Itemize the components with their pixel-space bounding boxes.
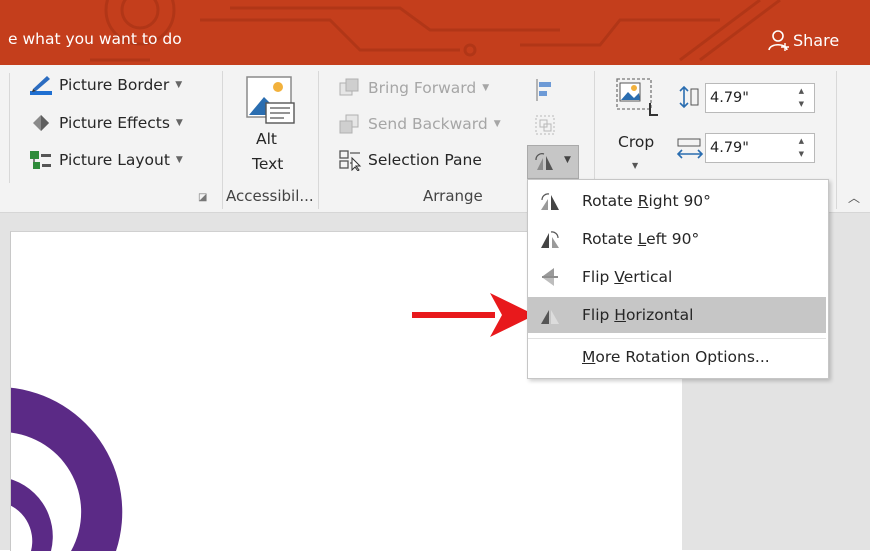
menu-item-flip-horizontal[interactable]: Flip Horizontal [528, 297, 826, 333]
dropdown-arrow-icon: ▼ [175, 80, 183, 90]
red-arrow-icon [412, 293, 535, 337]
spin-up-icon[interactable]: ▲ [799, 87, 804, 95]
spin-down-icon[interactable]: ▼ [799, 100, 804, 108]
group-separator [222, 71, 223, 209]
picture-effects-label: Picture Effects [59, 114, 170, 132]
share-label: Share [793, 30, 840, 50]
crop-button[interactable]: Crop ▼ [612, 77, 664, 177]
collapse-ribbon-icon[interactable]: ︿ [848, 189, 860, 206]
picture-layout-icon [30, 151, 51, 169]
picture-effects-button[interactable]: Picture Effects ▼ [29, 112, 183, 134]
rotate-left-icon [541, 231, 559, 248]
rotate-dropdown-menu: Rotate Right 90° Rotate Left 90° Flip Ve… [527, 179, 829, 379]
flip-horizontal-icon [541, 310, 559, 324]
group-separator [318, 71, 319, 209]
picture-border-button[interactable]: Picture Border ▼ [29, 74, 182, 96]
tell-me-search[interactable]: e what you want to do [8, 30, 182, 48]
bring-forward-icon [339, 78, 359, 96]
rotate-icon [535, 153, 553, 170]
alt-text-button[interactable]: Alt Text [244, 75, 298, 185]
menu-item-rotate-right[interactable]: Rotate Right 90° [528, 183, 826, 219]
alt-text-label-1: Alt [256, 130, 277, 148]
spin-down-icon[interactable]: ▼ [799, 150, 804, 158]
person-icon [768, 30, 789, 51]
group-objects-icon [535, 115, 555, 135]
bring-forward-button[interactable]: Bring Forward ▼ [338, 77, 489, 99]
share-button[interactable]: Share [767, 29, 839, 51]
width-value: 4.79" [710, 140, 749, 156]
dropdown-arrow-icon: ▼ [175, 118, 183, 128]
dropdown-arrow-icon: ▼ [564, 155, 571, 165]
crop-label: Crop [618, 133, 655, 151]
menu-item-label: More Rotation Options... [582, 348, 770, 366]
dropdown-arrow-icon: ▼ [493, 119, 501, 129]
selection-pane-icon [339, 150, 362, 171]
menu-item-label: Rotate Right 90° [582, 192, 711, 210]
picture-layout-label: Picture Layout [59, 151, 170, 169]
picture-border-label: Picture Border [59, 76, 170, 94]
group-objects-button[interactable] [533, 113, 579, 139]
rotate-button[interactable]: ▼ [527, 145, 579, 179]
flip-vertical-icon [542, 268, 558, 286]
arrange-group-label: Arrange [423, 187, 483, 205]
dropdown-arrow-icon: ▼ [175, 155, 183, 165]
ribbon-edge [9, 73, 10, 183]
selection-pane-label: Selection Pane [368, 151, 482, 169]
rotate-right-icon [541, 193, 559, 210]
menu-item-label: Rotate Left 90° [582, 230, 700, 248]
send-backward-label: Send Backward [368, 115, 488, 133]
menu-item-flip-vertical[interactable]: Flip Vertical [528, 259, 826, 295]
dialog-launcher-icon[interactable]: ◪ [198, 192, 207, 203]
height-field[interactable]: 4.79" ▲ ▼ [705, 83, 815, 113]
alt-text-label-2: Text [252, 155, 284, 173]
picture-border-icon [30, 76, 52, 95]
height-icon [679, 85, 699, 109]
send-backward-button[interactable]: Send Backward ▼ [338, 113, 501, 135]
accessibility-group-label: Accessibil... [226, 187, 314, 205]
picture-layout-button[interactable]: Picture Layout ▼ [29, 149, 183, 171]
title-bar: e what you want to do Share [0, 0, 870, 65]
alt-text-icon [246, 76, 295, 124]
align-button[interactable] [533, 77, 579, 103]
spin-up-icon[interactable]: ▲ [799, 137, 804, 145]
menu-item-rotate-left[interactable]: Rotate Left 90° [528, 221, 826, 257]
width-icon [676, 138, 704, 159]
bring-forward-label: Bring Forward [368, 79, 477, 97]
group-separator [836, 71, 837, 209]
picture-effects-icon [33, 115, 49, 131]
dropdown-arrow-icon: ▼ [482, 83, 490, 93]
align-icon [536, 79, 551, 101]
menu-item-label: Flip Horizontal [582, 306, 694, 324]
send-backward-icon [339, 114, 359, 134]
menu-item-more-rotation-options[interactable]: More Rotation Options... [528, 338, 826, 375]
width-field[interactable]: 4.79" ▲ ▼ [705, 133, 815, 163]
dropdown-arrow-icon: ▼ [632, 161, 639, 170]
menu-item-label: Flip Vertical [582, 268, 673, 286]
height-value: 4.79" [710, 90, 749, 106]
crop-icon [616, 78, 658, 116]
selection-pane-button[interactable]: Selection Pane [338, 149, 482, 171]
